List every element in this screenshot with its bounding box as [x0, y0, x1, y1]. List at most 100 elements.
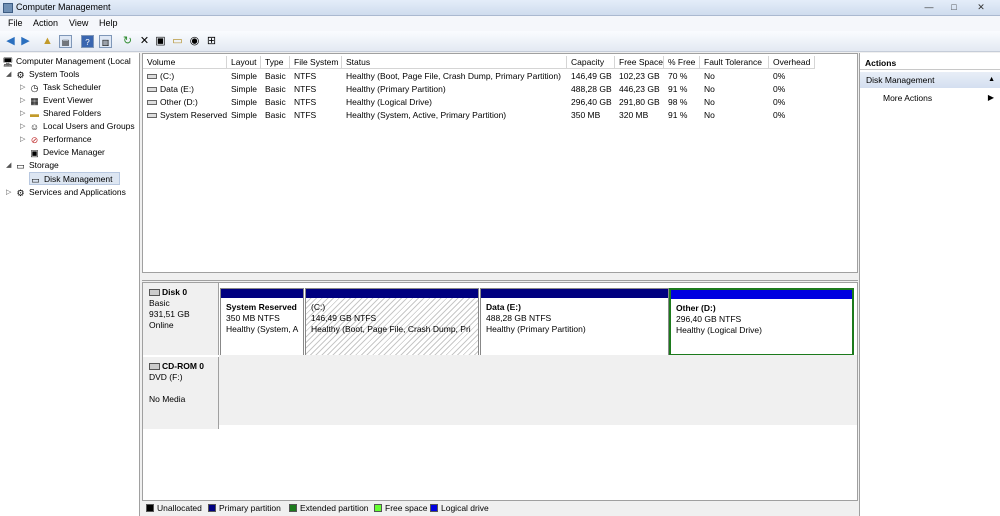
performance-icon: ⊘	[30, 134, 39, 145]
table-cell: 488,28 GB	[571, 84, 612, 94]
close-button[interactable]: ✕	[972, 1, 990, 14]
expand-arrow-icon[interactable]: ▷	[20, 133, 29, 146]
table-cell: 0%	[773, 71, 786, 81]
disk-icon	[149, 289, 160, 297]
table-row[interactable]: System Reserved	[143, 109, 227, 121]
actions-pane: Actions Disk Management ▲ More Actions ▶	[859, 53, 1000, 516]
tree-item-task-scheduler[interactable]: ▷ ◷ Task Scheduler	[20, 81, 101, 94]
table-cell: Simple	[231, 71, 257, 81]
partition-data-e[interactable]: Data (E:) 488,28 GB NTFS Healthy (Primar…	[480, 288, 669, 356]
disk-0-label[interactable]: Disk 0 Basic 931,51 GB Online	[143, 283, 219, 355]
tree-item-device-manager[interactable]: ▣ Device Manager	[29, 146, 105, 159]
app-icon	[3, 3, 13, 13]
open-icon[interactable]: ▭	[171, 35, 184, 48]
collapse-arrow-icon[interactable]: ◢	[6, 68, 15, 81]
table-cell: 291,80 GB	[619, 97, 660, 107]
collapse-arrow-icon[interactable]: ◢	[6, 159, 15, 172]
folder-icon: ▬	[30, 108, 39, 119]
column-header-overhead[interactable]: Overhead	[769, 56, 815, 69]
column-header-volume[interactable]: Volume	[143, 56, 227, 69]
expand-arrow-icon[interactable]: ▷	[20, 94, 29, 107]
tree-item-event-viewer[interactable]: ▷ ▦ Event Viewer	[20, 94, 93, 107]
table-row[interactable]: (C:)	[143, 70, 227, 82]
column-header-layout[interactable]: Layout	[227, 56, 261, 69]
column-header-file-system[interactable]: File System	[290, 56, 342, 69]
collapse-caret-icon[interactable]: ▲	[988, 72, 995, 88]
table-cell: 0%	[773, 110, 786, 120]
expand-arrow-icon[interactable]: ▷	[20, 120, 29, 133]
tree-item-computer-management[interactable]: 🖥 Computer Management (Local	[2, 55, 131, 68]
up-folder-icon[interactable]: ▲	[41, 35, 54, 48]
table-cell: 146,49 GB	[571, 71, 612, 81]
legend-label: Primary partition	[219, 503, 281, 513]
column-header-percent-free[interactable]: % Free	[664, 56, 700, 69]
table-cell: Basic	[265, 84, 286, 94]
tree-item-local-users[interactable]: ▷ ☺ Local Users and Groups	[20, 120, 135, 133]
actions-section-disk-management[interactable]: Disk Management ▲	[860, 72, 1000, 88]
column-header-free-space[interactable]: Free Space	[615, 56, 664, 69]
legend-swatch-logical	[430, 504, 438, 512]
computer-icon: 🖥	[2, 56, 14, 67]
title-bar: Computer Management — □ ✕	[0, 0, 1000, 16]
cdrom-icon	[149, 363, 160, 371]
properties-icon[interactable]: ▣	[154, 35, 167, 48]
table-row[interactable]: Data (E:)	[143, 83, 227, 95]
refresh-icon[interactable]: ↻	[121, 35, 134, 48]
pane-splitter[interactable]	[142, 275, 858, 281]
tree-item-system-tools[interactable]: ◢ ⚙ System Tools	[6, 68, 79, 81]
column-header-status[interactable]: Status	[342, 56, 567, 69]
tree-item-storage[interactable]: ◢ ▭ Storage	[6, 159, 59, 172]
legend-label: Logical drive	[441, 503, 489, 513]
menu-help[interactable]: Help	[99, 18, 118, 28]
tree-item-performance[interactable]: ▷ ⊘ Performance	[20, 133, 92, 146]
partition-other-d[interactable]: Other (D:) 296,40 GB NTFS Healthy (Logic…	[669, 288, 854, 356]
zoom-icon[interactable]: ⊞	[205, 35, 218, 48]
table-cell: NTFS	[294, 97, 317, 107]
more-actions-item[interactable]: More Actions ▶	[860, 91, 1000, 105]
partition-c[interactable]: (C:) 146,49 GB NTFS Healthy (Boot, Page …	[305, 288, 479, 356]
tree-item-disk-management[interactable]: ▭ Disk Management	[29, 172, 120, 185]
table-cell: 91 %	[668, 84, 688, 94]
primary-partition-bar	[481, 289, 668, 298]
show-hide-tree-icon[interactable]: ▤	[59, 35, 72, 48]
search-icon[interactable]: ◉	[188, 35, 201, 48]
column-header-type[interactable]: Type	[261, 56, 290, 69]
column-header-fault-tolerance[interactable]: Fault Tolerance	[700, 56, 769, 69]
table-row[interactable]: Other (D:)	[143, 96, 227, 108]
table-cell: No	[704, 97, 715, 107]
minimize-button[interactable]: —	[920, 1, 938, 14]
show-hide-action-pane-icon[interactable]: ▥	[99, 35, 112, 48]
table-cell: 70 %	[668, 71, 688, 81]
services-icon: ⚙	[16, 187, 25, 198]
disk-view: Disk 0 Basic 931,51 GB Online System Res…	[142, 282, 858, 516]
clock-icon: ◷	[30, 82, 39, 93]
table-cell: 320 MB	[619, 110, 649, 120]
help-icon[interactable]: ?	[81, 35, 94, 48]
primary-partition-bar	[221, 289, 303, 298]
legend-label: Unallocated	[157, 503, 202, 513]
navigation-tree: 🖥 Computer Management (Local ◢ ⚙ System Too…	[0, 53, 140, 516]
back-arrow-icon[interactable]: ◀	[4, 35, 17, 48]
expand-arrow-icon[interactable]: ▷	[20, 81, 29, 94]
column-header-capacity[interactable]: Capacity	[567, 56, 615, 69]
volume-list: Volume Layout Type File System Status Ca…	[142, 53, 858, 273]
legend-swatch-extended	[289, 504, 297, 512]
menu-file[interactable]: File	[8, 18, 23, 28]
legend-label: Extended partition	[300, 503, 369, 513]
forward-arrow-icon[interactable]: ▶	[19, 35, 32, 48]
cdrom-0-label[interactable]: CD-ROM 0 DVD (F:) No Media	[143, 357, 219, 429]
expand-arrow-icon[interactable]: ▷	[20, 107, 29, 120]
tree-item-shared-folders[interactable]: ▷ ▬ Shared Folders	[20, 107, 101, 120]
actions-title: Actions	[860, 57, 1000, 70]
partition-system-reserved[interactable]: System Reserved 350 MB NTFS Healthy (Sys…	[220, 288, 304, 356]
delete-icon[interactable]: ✕	[138, 35, 151, 48]
menu-view[interactable]: View	[69, 18, 88, 28]
menu-action[interactable]: Action	[33, 18, 58, 28]
expand-arrow-icon[interactable]: ▷	[6, 186, 15, 199]
tree-item-services-applications[interactable]: ▷ ⚙ Services and Applications	[6, 186, 126, 199]
tools-icon: ⚙	[16, 69, 25, 80]
primary-partition-bar	[306, 289, 478, 298]
table-cell: Healthy (Boot, Page File, Crash Dump, Pr…	[346, 71, 561, 81]
storage-icon: ▭	[16, 160, 25, 171]
maximize-button[interactable]: □	[945, 1, 963, 14]
